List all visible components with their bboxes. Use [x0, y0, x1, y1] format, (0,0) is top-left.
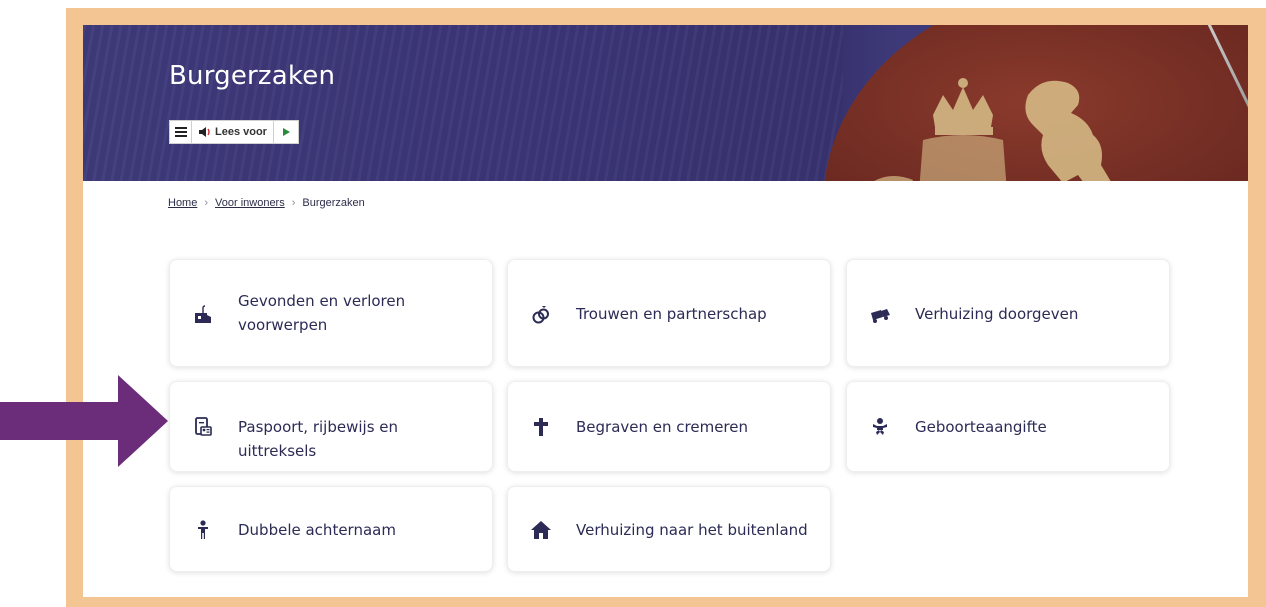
person-icon [192, 519, 214, 541]
play-button[interactable] [273, 121, 298, 143]
read-aloud-label: Lees voor [215, 126, 267, 138]
tile-verhuizing-doorgeven[interactable]: Verhuizing doorgeven [846, 259, 1170, 367]
tile-label: Dubbele achternaam [238, 521, 396, 539]
breadcrumb-current: Burgerzaken [302, 197, 365, 209]
rings-icon [530, 304, 552, 326]
cross-icon [530, 416, 552, 438]
breadcrumb-voor-inwoners-link[interactable]: Voor inwoners [215, 197, 285, 209]
home-icon [530, 519, 552, 541]
tile-label: Trouwen en partnerschap [576, 305, 767, 323]
chevron-right-icon: › [291, 197, 296, 209]
speaker-icon [199, 127, 210, 137]
tile-geboorteaangifte[interactable]: Geboorteaangifte [846, 381, 1170, 472]
tile-label: Gevonden en verloren voorwerpen [238, 292, 406, 334]
page: Burgerzaken Lees voor Home › Voor inwone… [83, 25, 1248, 597]
tile-gevonden-verloren[interactable]: Gevonden en verloren voorwerpen [169, 259, 493, 367]
moving-truck-icon [869, 304, 891, 326]
tile-paspoort-rijbewijs[interactable]: Paspoort, rijbewijs en uittreksels [169, 381, 493, 472]
tile-label: Geboorteaangifte [915, 418, 1047, 436]
tile-verhuizing-buitenland[interactable]: Verhuizing naar het buitenland [507, 486, 831, 572]
passport-icon [192, 416, 214, 438]
tile-label: Verhuizing naar het buitenland [576, 521, 808, 539]
arrow-pointer-icon [0, 375, 168, 467]
breadcrumb: Home › Voor inwoners › Burgerzaken [168, 197, 365, 209]
tile-label: Paspoort, rijbewijs en uittreksels [238, 418, 399, 460]
coat-of-arms-image [874, 78, 1111, 181]
lost-found-icon [192, 304, 214, 326]
tile-begraven-cremeren[interactable]: Begraven en cremeren [507, 381, 831, 472]
page-title: Burgerzaken [169, 61, 336, 91]
hamburger-icon [174, 127, 187, 137]
play-icon [282, 128, 290, 136]
tile-label: Verhuizing doorgeven [915, 305, 1079, 323]
breadcrumb-home-link[interactable]: Home [168, 197, 197, 209]
hero-texture [83, 25, 843, 181]
tile-trouwen-partnerschap[interactable]: Trouwen en partnerschap [507, 259, 831, 367]
hero-banner: Burgerzaken Lees voor [83, 25, 1248, 181]
baby-icon [869, 416, 891, 438]
readspeaker-menu-button[interactable] [170, 121, 192, 143]
read-aloud-button[interactable]: Lees voor [192, 121, 274, 143]
readspeaker-toolbar: Lees voor [169, 120, 299, 144]
tile-dubbele-achternaam[interactable]: Dubbele achternaam [169, 486, 493, 572]
tile-label: Begraven en cremeren [576, 418, 749, 436]
chevron-right-icon: › [204, 197, 209, 209]
